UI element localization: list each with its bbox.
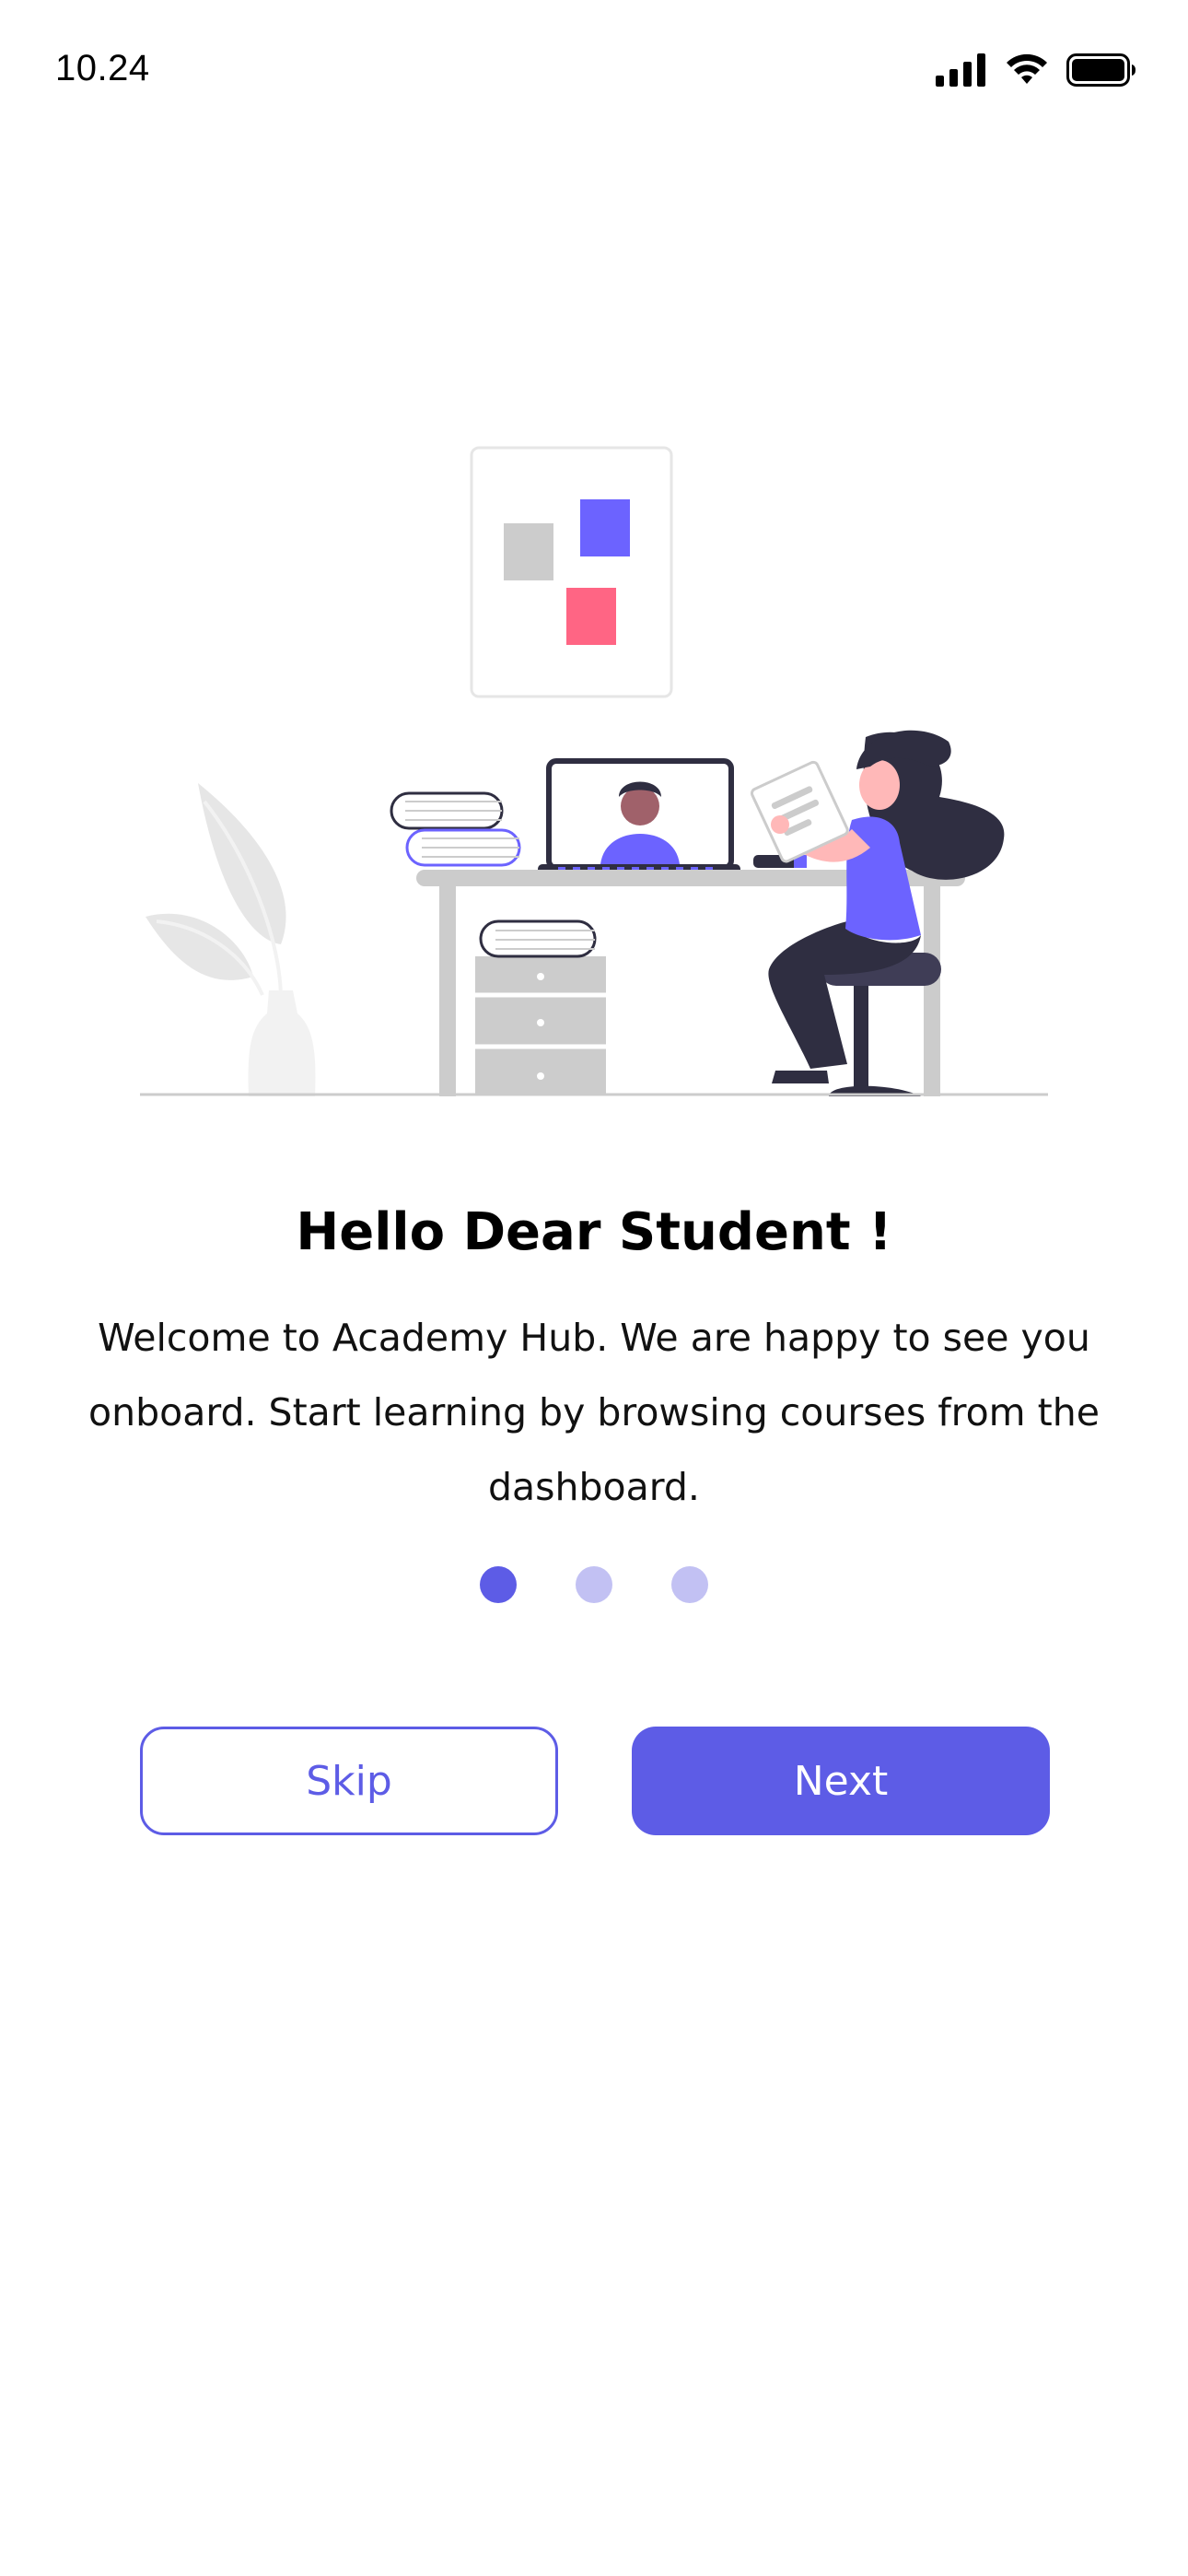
status-time: 10.24: [55, 48, 150, 88]
books-stack: [390, 791, 521, 867]
wifi-icon: [1004, 53, 1050, 91]
next-button[interactable]: Next: [632, 1727, 1050, 1835]
status-bar: 10.24: [0, 0, 1188, 147]
skip-button[interactable]: Skip: [140, 1727, 558, 1835]
page-indicator: [0, 1566, 1188, 1603]
page-indicator-dot-1[interactable]: [480, 1566, 517, 1603]
cellular-signal-icon: [936, 53, 987, 90]
battery-icon: [1066, 53, 1136, 90]
page-indicator-dot-3[interactable]: [671, 1566, 708, 1603]
student-at-desk-illustration: [0, 424, 1188, 1115]
wall-frame: [470, 446, 673, 698]
onboarding-title: Hello Dear Student !: [296, 1202, 892, 1262]
onboarding-description: Welcome to Academy Hub. We are happy to …: [88, 1316, 1100, 1509]
laptop: [538, 758, 740, 877]
plant: [146, 783, 316, 1096]
status-icons: [936, 52, 1136, 92]
woman-reading: [750, 730, 1005, 1083]
page-indicator-dot-2[interactable]: [576, 1566, 612, 1603]
